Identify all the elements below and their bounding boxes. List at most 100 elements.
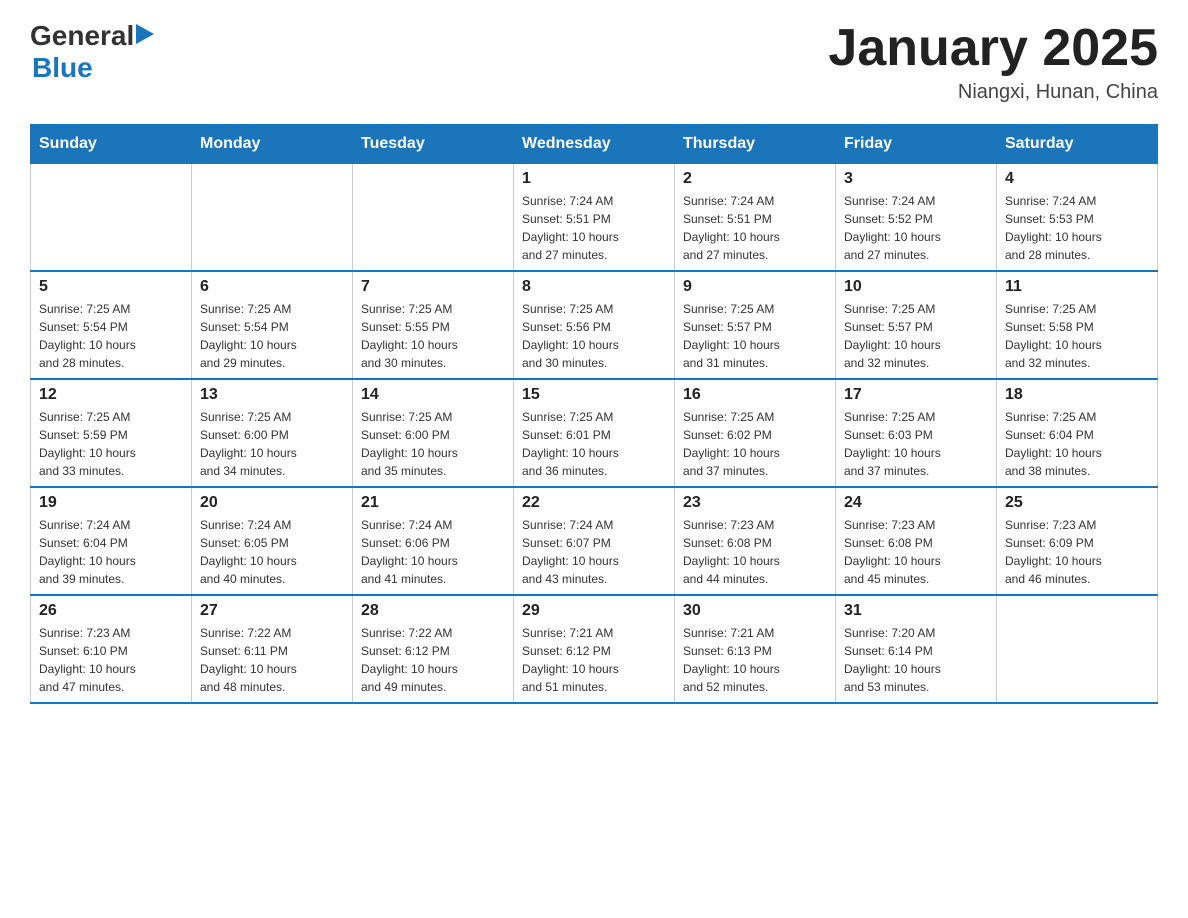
day-info: Sunrise: 7:22 AM Sunset: 6:12 PM Dayligh… bbox=[361, 624, 505, 696]
day-number: 31 bbox=[844, 602, 988, 620]
day-number: 22 bbox=[522, 494, 666, 512]
table-row: 15 Sunrise: 7:25 AM Sunset: 6:01 PM Dayli… bbox=[514, 379, 675, 487]
table-row: 16 Sunrise: 7:25 AM Sunset: 6:02 PM Dayli… bbox=[675, 379, 836, 487]
day-info: Sunrise: 7:24 AM Sunset: 6:07 PM Dayligh… bbox=[522, 516, 666, 588]
day-number: 7 bbox=[361, 278, 505, 296]
table-row bbox=[192, 164, 353, 272]
day-info: Sunrise: 7:23 AM Sunset: 6:08 PM Dayligh… bbox=[683, 516, 827, 588]
calendar-week-row: 19Sunrise: 7:24 AM Sunset: 6:04 PM Dayli… bbox=[31, 487, 1158, 595]
day-info: Sunrise: 7:25 AM Sunset: 5:55 PM Dayligh… bbox=[361, 300, 505, 372]
day-number: 13 bbox=[200, 386, 344, 404]
col-sunday: Sunday bbox=[31, 125, 192, 164]
day-number: 1 bbox=[522, 170, 666, 188]
table-row: 24 Sunrise: 7:23 AM Sunset: 6:08 PM Dayli… bbox=[836, 487, 997, 595]
day-number: 25 bbox=[1005, 494, 1149, 512]
table-row bbox=[997, 595, 1158, 703]
table-row: 5Sunrise: 7:25 AM Sunset: 5:54 PM Daylig… bbox=[31, 271, 192, 379]
day-number: 21 bbox=[361, 494, 505, 512]
day-info: Sunrise: 7:21 AM Sunset: 6:12 PM Dayligh… bbox=[522, 624, 666, 696]
table-row: 27 Sunrise: 7:22 AM Sunset: 6:11 PM Dayli… bbox=[192, 595, 353, 703]
table-row bbox=[31, 164, 192, 272]
day-info: Sunrise: 7:25 AM Sunset: 6:04 PM Dayligh… bbox=[1005, 408, 1149, 480]
day-number: 5 bbox=[39, 278, 183, 296]
day-number: 10 bbox=[844, 278, 988, 296]
table-row: 28Sunrise: 7:22 AM Sunset: 6:12 PM Dayli… bbox=[353, 595, 514, 703]
table-row: 8 Sunrise: 7:25 AM Sunset: 5:56 PM Daylig… bbox=[514, 271, 675, 379]
table-row: 13 Sunrise: 7:25 AM Sunset: 6:00 PM Dayli… bbox=[192, 379, 353, 487]
title-block: January 2025 Niangxi, Hunan, China bbox=[828, 20, 1158, 104]
day-info: Sunrise: 7:25 AM Sunset: 6:02 PM Dayligh… bbox=[683, 408, 827, 480]
day-info: Sunrise: 7:24 AM Sunset: 5:51 PM Dayligh… bbox=[683, 192, 827, 264]
col-monday: Monday bbox=[192, 125, 353, 164]
day-info: Sunrise: 7:25 AM Sunset: 6:00 PM Dayligh… bbox=[200, 408, 344, 480]
location: Niangxi, Hunan, China bbox=[828, 81, 1158, 104]
day-number: 20 bbox=[200, 494, 344, 512]
day-number: 27 bbox=[200, 602, 344, 620]
calendar-week-row: 12Sunrise: 7:25 AM Sunset: 5:59 PM Dayli… bbox=[31, 379, 1158, 487]
day-number: 17 bbox=[844, 386, 988, 404]
day-number: 18 bbox=[1005, 386, 1149, 404]
day-info: Sunrise: 7:25 AM Sunset: 5:54 PM Dayligh… bbox=[200, 300, 344, 372]
table-row: 14 Sunrise: 7:25 AM Sunset: 6:00 PM Dayli… bbox=[353, 379, 514, 487]
day-info: Sunrise: 7:24 AM Sunset: 5:51 PM Dayligh… bbox=[522, 192, 666, 264]
table-row: 21 Sunrise: 7:24 AM Sunset: 6:06 PM Dayli… bbox=[353, 487, 514, 595]
day-number: 23 bbox=[683, 494, 827, 512]
col-tuesday: Tuesday bbox=[353, 125, 514, 164]
day-info: Sunrise: 7:24 AM Sunset: 5:52 PM Dayligh… bbox=[844, 192, 988, 264]
day-number: 11 bbox=[1005, 278, 1149, 296]
day-info: Sunrise: 7:20 AM Sunset: 6:14 PM Dayligh… bbox=[844, 624, 988, 696]
table-row: 6 Sunrise: 7:25 AM Sunset: 5:54 PM Daylig… bbox=[192, 271, 353, 379]
logo: General Blue bbox=[30, 20, 154, 84]
logo-general-text: General bbox=[30, 20, 134, 52]
day-info: Sunrise: 7:25 AM Sunset: 5:58 PM Dayligh… bbox=[1005, 300, 1149, 372]
day-info: Sunrise: 7:25 AM Sunset: 5:56 PM Dayligh… bbox=[522, 300, 666, 372]
day-number: 16 bbox=[683, 386, 827, 404]
day-info: Sunrise: 7:23 AM Sunset: 6:08 PM Dayligh… bbox=[844, 516, 988, 588]
month-title: January 2025 bbox=[828, 20, 1158, 77]
day-number: 3 bbox=[844, 170, 988, 188]
day-number: 15 bbox=[522, 386, 666, 404]
day-number: 26 bbox=[39, 602, 183, 620]
day-info: Sunrise: 7:23 AM Sunset: 6:09 PM Dayligh… bbox=[1005, 516, 1149, 588]
table-row: 26Sunrise: 7:23 AM Sunset: 6:10 PM Dayli… bbox=[31, 595, 192, 703]
table-row: 29Sunrise: 7:21 AM Sunset: 6:12 PM Dayli… bbox=[514, 595, 675, 703]
day-info: Sunrise: 7:25 AM Sunset: 6:00 PM Dayligh… bbox=[361, 408, 505, 480]
table-row: 3 Sunrise: 7:24 AM Sunset: 5:52 PM Daylig… bbox=[836, 164, 997, 272]
table-row: 30Sunrise: 7:21 AM Sunset: 6:13 PM Dayli… bbox=[675, 595, 836, 703]
table-row: 12Sunrise: 7:25 AM Sunset: 5:59 PM Dayli… bbox=[31, 379, 192, 487]
day-number: 24 bbox=[844, 494, 988, 512]
col-wednesday: Wednesday bbox=[514, 125, 675, 164]
day-number: 2 bbox=[683, 170, 827, 188]
logo-blue-text: Blue bbox=[32, 52, 93, 83]
col-thursday: Thursday bbox=[675, 125, 836, 164]
table-row: 9Sunrise: 7:25 AM Sunset: 5:57 PM Daylig… bbox=[675, 271, 836, 379]
table-row: 22 Sunrise: 7:24 AM Sunset: 6:07 PM Dayli… bbox=[514, 487, 675, 595]
table-row: 19Sunrise: 7:24 AM Sunset: 6:04 PM Dayli… bbox=[31, 487, 192, 595]
table-row: 31 Sunrise: 7:20 AM Sunset: 6:14 PM Dayli… bbox=[836, 595, 997, 703]
day-number: 8 bbox=[522, 278, 666, 296]
table-row bbox=[353, 164, 514, 272]
table-row: 1 Sunrise: 7:24 AM Sunset: 5:51 PM Daylig… bbox=[514, 164, 675, 272]
calendar-table: Sunday Monday Tuesday Wednesday Thursday… bbox=[30, 124, 1158, 704]
col-saturday: Saturday bbox=[997, 125, 1158, 164]
day-number: 30 bbox=[683, 602, 827, 620]
day-info: Sunrise: 7:25 AM Sunset: 5:57 PM Dayligh… bbox=[844, 300, 988, 372]
day-info: Sunrise: 7:25 AM Sunset: 6:01 PM Dayligh… bbox=[522, 408, 666, 480]
day-info: Sunrise: 7:25 AM Sunset: 5:59 PM Dayligh… bbox=[39, 408, 183, 480]
day-number: 4 bbox=[1005, 170, 1149, 188]
day-info: Sunrise: 7:25 AM Sunset: 6:03 PM Dayligh… bbox=[844, 408, 988, 480]
day-info: Sunrise: 7:22 AM Sunset: 6:11 PM Dayligh… bbox=[200, 624, 344, 696]
table-row: 20Sunrise: 7:24 AM Sunset: 6:05 PM Dayli… bbox=[192, 487, 353, 595]
table-row: 23 Sunrise: 7:23 AM Sunset: 6:08 PM Dayli… bbox=[675, 487, 836, 595]
calendar-week-row: 26Sunrise: 7:23 AM Sunset: 6:10 PM Dayli… bbox=[31, 595, 1158, 703]
table-row: 7 Sunrise: 7:25 AM Sunset: 5:55 PM Daylig… bbox=[353, 271, 514, 379]
day-number: 14 bbox=[361, 386, 505, 404]
page-header: General Blue January 2025 Niangxi, Hunan… bbox=[30, 20, 1158, 104]
calendar-week-row: 5 Sunrise: 7:25 AM Sunset: 5:54 PM Daylig… bbox=[31, 271, 1158, 379]
calendar-week-row: 1 Sunrise: 7:24 AM Sunset: 5:51 PM Daylig… bbox=[31, 164, 1158, 272]
day-info: Sunrise: 7:24 AM Sunset: 6:04 PM Dayligh… bbox=[39, 516, 183, 588]
day-number: 6 bbox=[200, 278, 344, 296]
table-row: 11 Sunrise: 7:25 AM Sunset: 5:58 PM Dayli… bbox=[997, 271, 1158, 379]
day-info: Sunrise: 7:24 AM Sunset: 6:06 PM Dayligh… bbox=[361, 516, 505, 588]
calendar-header-row: Sunday Monday Tuesday Wednesday Thursday… bbox=[31, 125, 1158, 164]
